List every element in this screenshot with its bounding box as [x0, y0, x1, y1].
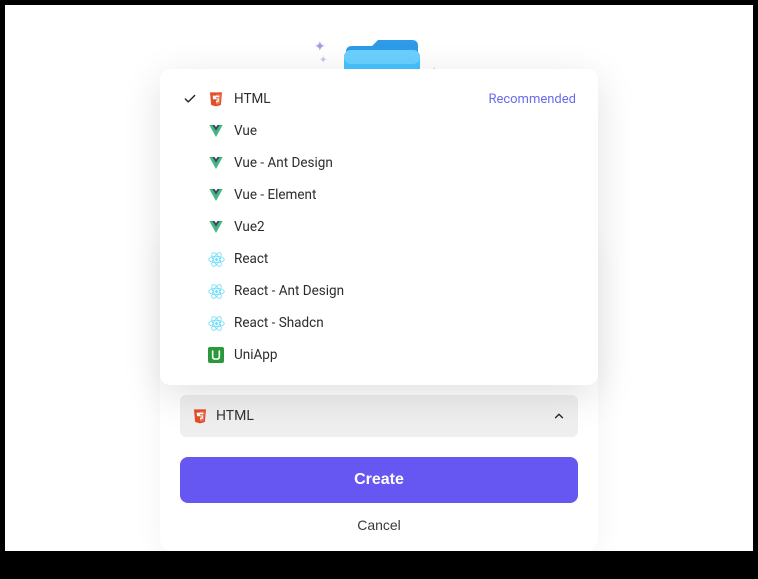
- react-icon: [207, 314, 225, 332]
- check-icon: [182, 91, 198, 107]
- sparkle-icon: ✦: [314, 39, 326, 55]
- vue-icon: [207, 154, 225, 172]
- chevron-up-icon: [552, 409, 566, 423]
- framework-option-label: HTML: [234, 91, 271, 107]
- sparkle-icon: ✦: [319, 55, 327, 66]
- framework-option-label: Vue - Ant Design: [234, 155, 333, 171]
- vue-icon: [207, 218, 225, 236]
- check-icon: [182, 187, 198, 203]
- framework-option[interactable]: Vue2: [160, 211, 598, 243]
- framework-option[interactable]: React - Ant Design: [160, 275, 598, 307]
- framework-option[interactable]: Vue - Ant Design: [160, 147, 598, 179]
- framework-option[interactable]: React - Shadcn: [160, 307, 598, 339]
- framework-option[interactable]: Vue: [160, 115, 598, 147]
- react-icon: [207, 250, 225, 268]
- create-button[interactable]: Create: [180, 457, 578, 503]
- uniapp-icon: [207, 346, 225, 364]
- check-icon: [182, 155, 198, 171]
- check-icon: [182, 347, 198, 363]
- check-icon: [182, 315, 198, 331]
- framework-dropdown: HTML Recommended Vue Vue - Ant Design Vue - …: [160, 69, 598, 385]
- framework-option-label: Vue - Element: [234, 187, 316, 203]
- framework-option-label: Vue2: [234, 219, 265, 235]
- vue-icon: [207, 122, 225, 140]
- html5-icon: [192, 408, 208, 424]
- framework-option-label: UniApp: [234, 347, 277, 363]
- cancel-button[interactable]: Cancel: [180, 517, 578, 533]
- framework-option[interactable]: HTML Recommended: [160, 83, 598, 115]
- check-icon: [182, 219, 198, 235]
- framework-option[interactable]: UniApp: [160, 339, 598, 371]
- framework-select-label: HTML: [216, 408, 254, 424]
- check-icon: [182, 283, 198, 299]
- framework-option-label: React - Shadcn: [234, 315, 324, 331]
- vue-icon: [207, 186, 225, 204]
- react-icon: [207, 282, 225, 300]
- framework-option[interactable]: React: [160, 243, 598, 275]
- framework-option[interactable]: Vue - Element: [160, 179, 598, 211]
- framework-option-label: React: [234, 251, 268, 267]
- framework-option-label: Vue: [234, 123, 257, 139]
- html5-icon: [207, 90, 225, 108]
- framework-select[interactable]: HTML: [180, 395, 578, 437]
- check-icon: [182, 123, 198, 139]
- framework-option-label: React - Ant Design: [234, 283, 344, 299]
- check-icon: [182, 251, 198, 267]
- recommended-badge: Recommended: [488, 92, 576, 107]
